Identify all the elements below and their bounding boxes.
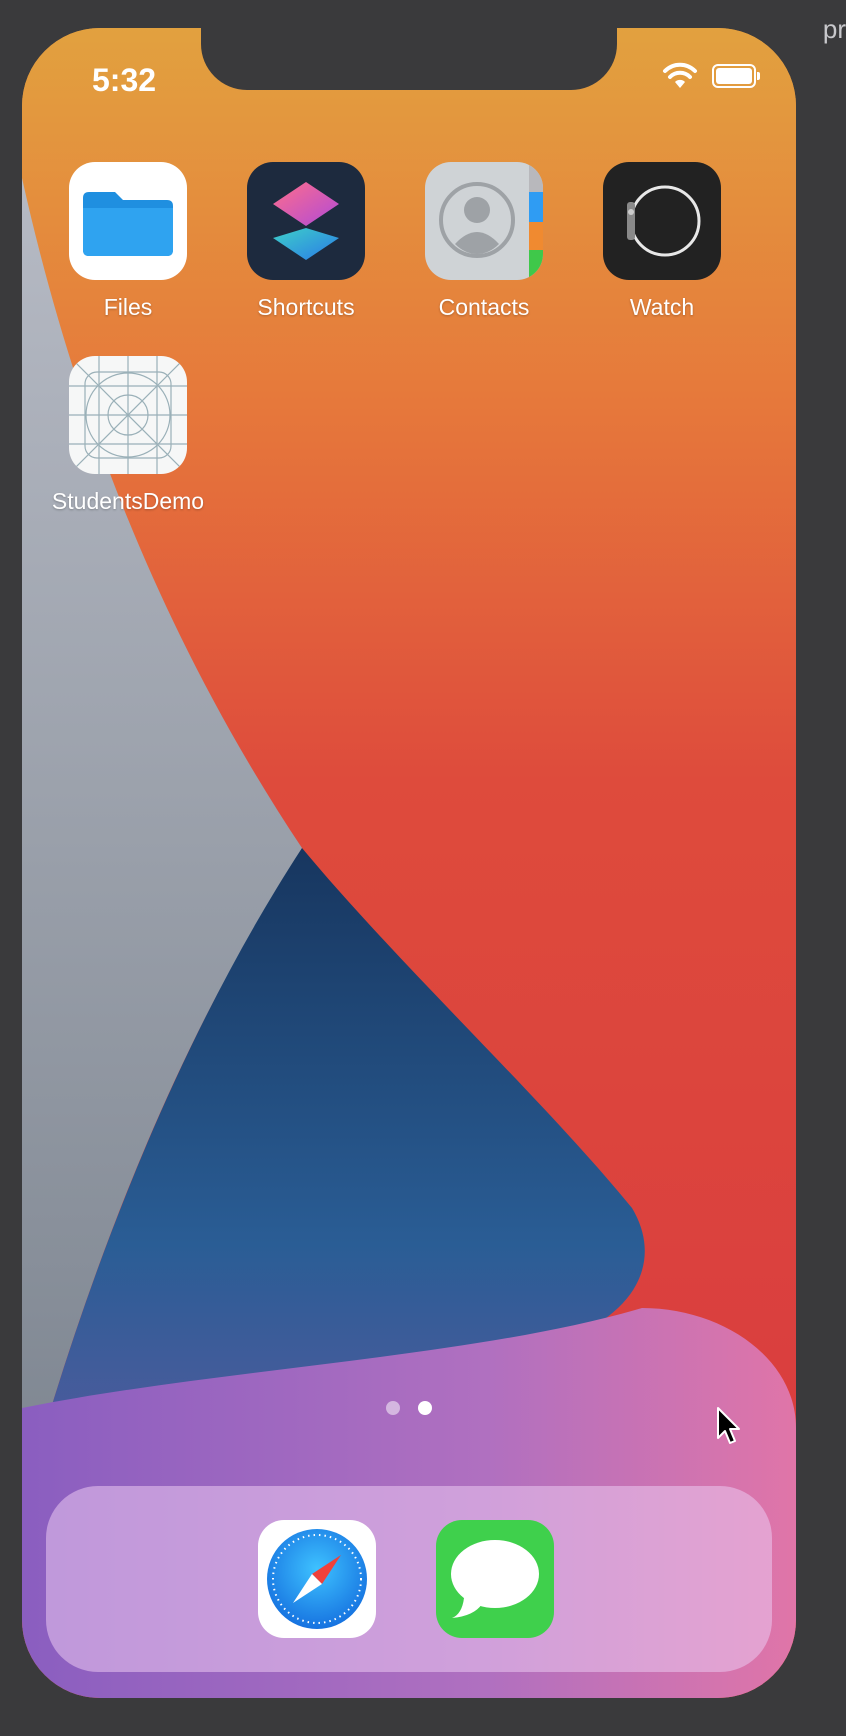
notch: [201, 28, 617, 90]
app-files[interactable]: Files: [39, 162, 217, 321]
wifi-icon: [663, 62, 697, 88]
app-watch[interactable]: Watch: [573, 162, 751, 321]
app-label-watch: Watch: [629, 294, 695, 320]
dock: [46, 1486, 772, 1672]
blank-app-grid-icon: [69, 356, 187, 474]
app-shortcuts[interactable]: Shortcuts: [217, 162, 395, 321]
page-dot-1[interactable]: [386, 1401, 400, 1415]
app-contacts[interactable]: Contacts: [395, 162, 573, 321]
watch-icon: [603, 162, 721, 280]
app-label-students-demo: StudentsDemo: [51, 488, 205, 514]
contacts-icon: [425, 162, 543, 280]
app-label-shortcuts: Shortcuts: [257, 294, 355, 320]
app-label-contacts: Contacts: [438, 294, 530, 320]
folder-icon: [69, 162, 187, 280]
dock-app-messages[interactable]: [436, 1520, 554, 1638]
app-students-demo[interactable]: StudentsDemo: [39, 356, 217, 515]
mouse-cursor-icon: [717, 1407, 740, 1444]
speech-bubble-icon: [451, 1540, 539, 1618]
page-indicator[interactable]: [22, 1401, 796, 1415]
status-time: 5:32: [92, 62, 157, 98]
background-window-text: pr: [822, 14, 846, 44]
shortcuts-icon: [247, 162, 365, 280]
page-dot-2[interactable]: [418, 1401, 432, 1415]
status-icons: [662, 62, 760, 90]
iphone-simulator-screen: 5:32 Files Shortcuts Contacts Watch Stud…: [22, 28, 796, 1698]
compass-icon: [267, 1529, 367, 1629]
battery-icon: [712, 64, 760, 88]
dock-app-safari[interactable]: [258, 1520, 376, 1638]
battery-level: [716, 68, 752, 84]
app-label-files: Files: [103, 294, 153, 320]
